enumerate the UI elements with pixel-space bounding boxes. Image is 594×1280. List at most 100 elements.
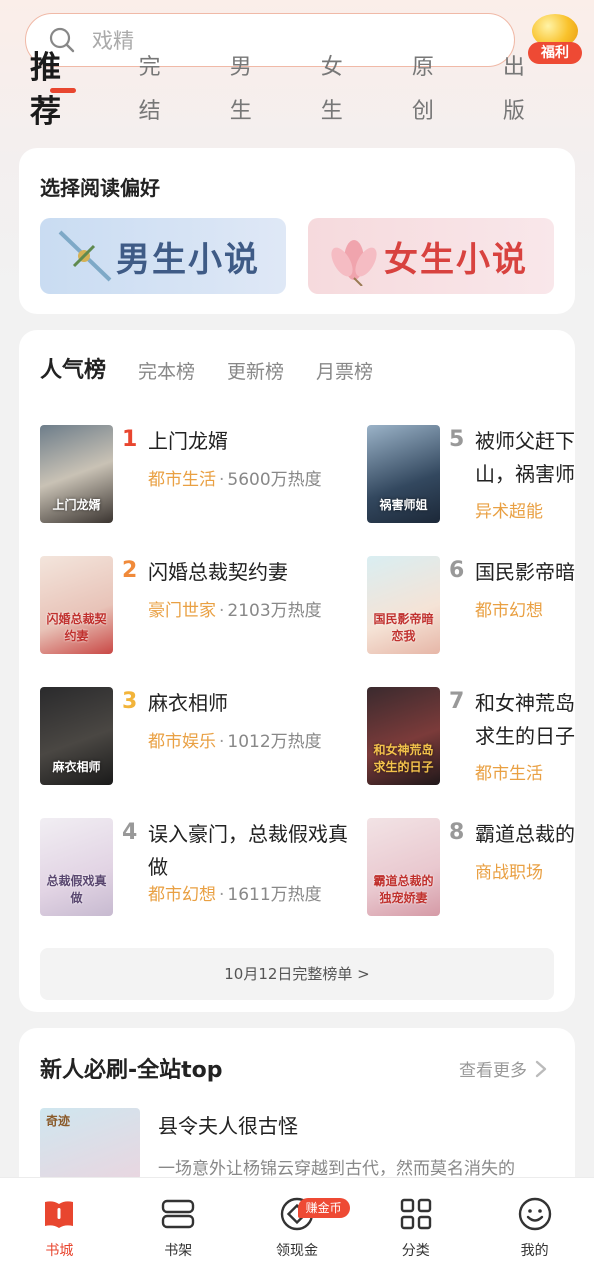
book-cover: 和女神荒岛求生的日子 [367, 687, 440, 785]
cover-logo-text: 奇迹 [46, 1114, 71, 1128]
see-more-link[interactable]: 查看更多 [459, 1056, 547, 1081]
nav-label: 分类 [401, 1243, 430, 1259]
rank-tab-completed[interactable]: 完本榜 [138, 357, 195, 384]
book-meta: 都市幻想 [475, 596, 543, 621]
nav-bookshelf[interactable]: 书架 [119, 1178, 238, 1280]
female-novel-button[interactable]: 女生小说 [308, 218, 554, 294]
book-item[interactable]: 祸害师姐 5 被师父赶下山，祸害师姐 异术超能 [367, 425, 575, 525]
book-title: 和女神荒岛求生的日子 [475, 691, 575, 748]
chevron-right-icon [535, 1060, 547, 1077]
cover-title: 总裁假戏真做 [46, 874, 107, 905]
rank-number: 8 [449, 820, 465, 845]
sword-icon [58, 230, 112, 282]
bookshelf-icon [161, 1199, 195, 1229]
nav-label: 我的 [520, 1243, 549, 1259]
cover-title: 国民影帝暗恋我 [373, 612, 434, 643]
book-title: 闪婚总裁契约妻 [148, 560, 288, 584]
tab-original[interactable]: 原创 [412, 46, 455, 134]
book-item[interactable]: 总裁假戏真做 4 误入豪门，总裁假戏真做 都市幻想 · 1611万热度 [40, 818, 360, 918]
nav-category[interactable]: 分类 [356, 1178, 475, 1280]
preference-title: 选择阅读偏好 [40, 176, 160, 200]
book-meta: 商战职场 [475, 858, 543, 883]
cover-title: 上门龙婿 [52, 498, 101, 512]
earn-coin-badge: 赚金币 [297, 1198, 350, 1218]
book-cover: 霸道总裁的独宠娇妻 [367, 818, 440, 916]
male-novel-label: 男生小说 [116, 239, 260, 280]
book-heat: 5600万热度 [227, 470, 322, 490]
newbie-title: 新人必刷-全站top [40, 1058, 223, 1083]
rank-number: 5 [449, 427, 465, 452]
preference-card: 选择阅读偏好 男生小说 女生小说 [19, 148, 575, 314]
book-cover: 上门龙婿 [40, 425, 113, 523]
book-title: 上门龙婿 [148, 429, 228, 453]
book-meta: 都市生活 · 5600万热度 [148, 470, 322, 490]
book-heat: 2103万热度 [227, 601, 322, 621]
book-cover: 闪婚总裁契约妻 [40, 556, 113, 654]
book-title: 被师父赶下山，祸害师姐 [475, 429, 575, 486]
cover-title: 闪婚总裁契约妻 [46, 612, 107, 643]
book-item[interactable]: 霸道总裁的独宠娇妻 8 霸道总裁的独宠娇妻 商战职场 [367, 818, 575, 918]
male-novel-button[interactable]: 男生小说 [40, 218, 286, 294]
tab-male[interactable]: 男生 [230, 46, 273, 134]
rank-number: 2 [122, 558, 138, 583]
book-item[interactable]: 和女神荒岛求生的日子 7 和女神荒岛求生的日子 都市生活 [367, 687, 575, 787]
cover-title: 麻衣相师 [52, 760, 101, 774]
book-category: 异术超能 [475, 502, 543, 522]
book-item[interactable]: 国民影帝暗恋我 6 国民影帝暗恋我 都市幻想 [367, 556, 575, 656]
book-cover: 麻衣相师 [40, 687, 113, 785]
book-category: 都市娱乐 [148, 732, 216, 752]
lotus-icon [331, 240, 377, 286]
ranking-card: 人气榜 完本榜 更新榜 月票榜 上门龙婿 1 上门龙婿 都市生活 · 5600万热度… [19, 330, 575, 1012]
book-title: 霸道总裁的独宠娇妻 [475, 822, 575, 846]
tab-published[interactable]: 出版 [503, 46, 546, 134]
rank-tab-popular[interactable]: 人气榜 [40, 352, 106, 384]
rank-tab-monthly[interactable]: 月票榜 [316, 357, 373, 384]
tab-female[interactable]: 女生 [321, 46, 364, 134]
book-title: 国民影帝暗恋我 [475, 560, 575, 584]
newbie-book-desc: 一场意外让杨锦云穿越到古代，然而莫名消失的 [158, 1159, 515, 1179]
rank-number: 3 [122, 689, 138, 714]
book-category: 商战职场 [475, 863, 543, 883]
book-meta: 都市生活 [475, 759, 543, 784]
female-novel-label: 女生小说 [384, 239, 528, 280]
book-category: 都市生活 [475, 764, 543, 784]
nav-cash[interactable]: 赚金币 领现金 [238, 1178, 357, 1280]
book-meta: 豪门世家 · 2103万热度 [148, 601, 322, 621]
active-tab-indicator [50, 88, 76, 93]
book-cover: 总裁假戏真做 [40, 818, 113, 916]
book-cover: 国民影帝暗恋我 [367, 556, 440, 654]
book-meta: 异术超能 [475, 497, 543, 522]
book-meta: 都市幻想 · 1611万热度 [148, 885, 322, 905]
bottom-nav: 书城 书架 赚金币 领现金 分类 我的 [0, 1177, 594, 1280]
rank-number: 6 [449, 558, 465, 583]
book-item[interactable]: 上门龙婿 1 上门龙婿 都市生活 · 5600万热度 [40, 425, 360, 525]
book-meta: 都市娱乐 · 1012万热度 [148, 732, 322, 752]
rank-number: 7 [449, 689, 465, 714]
profile-icon [518, 1197, 551, 1231]
ranking-right-column: 祸害师姐 5 被师父赶下山，祸害师姐 异术超能 国民影帝暗恋我 6 国民影帝暗恋… [367, 330, 575, 940]
rank-number: 1 [122, 427, 138, 452]
book-city-icon [45, 1201, 74, 1228]
nav-label: 领现金 [275, 1243, 318, 1259]
ranking-tabs: 人气榜 完本榜 更新榜 月票榜 [40, 352, 405, 384]
book-cover: 祸害师姐 [367, 425, 440, 523]
book-category: 豪门世家 [148, 601, 216, 621]
rank-tab-updated[interactable]: 更新榜 [227, 357, 284, 384]
nav-book-city[interactable]: 书城 [0, 1178, 119, 1280]
nav-profile[interactable]: 我的 [475, 1178, 594, 1280]
cover-title: 祸害师姐 [379, 498, 428, 512]
newbie-book-cover[interactable]: 奇迹 [40, 1108, 140, 1180]
see-more-label: 查看更多 [459, 1061, 527, 1081]
book-title: 误入豪门，总裁假戏真做 [148, 822, 348, 879]
cover-title: 霸道总裁的独宠娇妻 [373, 874, 434, 905]
book-category: 都市幻想 [148, 885, 216, 905]
book-heat: 1012万热度 [227, 732, 322, 752]
cover-title: 和女神荒岛求生的日子 [373, 743, 434, 774]
book-item[interactable]: 闪婚总裁契约妻 2 闪婚总裁契约妻 豪门世家 · 2103万热度 [40, 556, 360, 656]
tab-finished[interactable]: 完结 [139, 46, 182, 134]
rank-number: 4 [122, 820, 138, 845]
newbie-book-title[interactable]: 县令夫人很古怪 [158, 1110, 298, 1139]
book-item[interactable]: 麻衣相师 3 麻衣相师 都市娱乐 · 1012万热度 [40, 687, 360, 787]
full-ranking-button[interactable]: 10月12日完整榜单 > [40, 948, 554, 1000]
tab-recommend[interactable]: 推荐 [30, 46, 91, 134]
